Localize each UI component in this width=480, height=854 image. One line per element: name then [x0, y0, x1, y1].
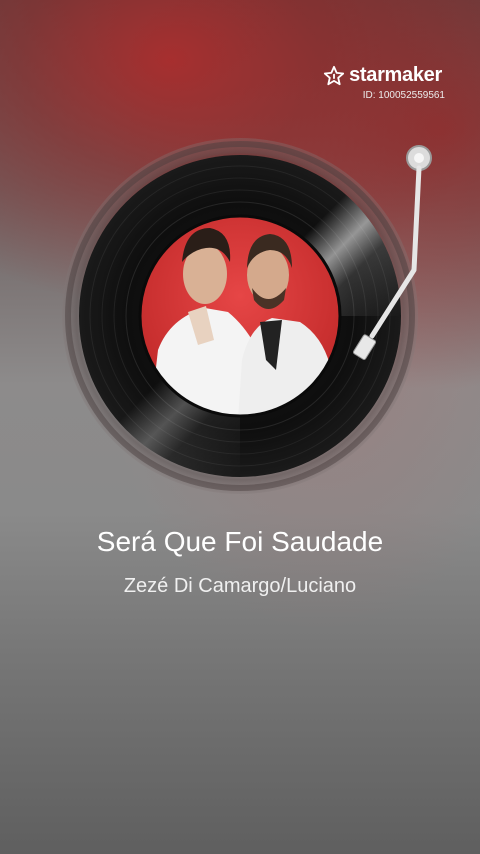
song-title: Será Que Foi Saudade: [96, 526, 384, 557]
song-artist: Zezé Di Camargo/Luciano: [123, 575, 357, 597]
turntable: [62, 138, 432, 494]
tonearm-pivot-center: [414, 153, 424, 163]
